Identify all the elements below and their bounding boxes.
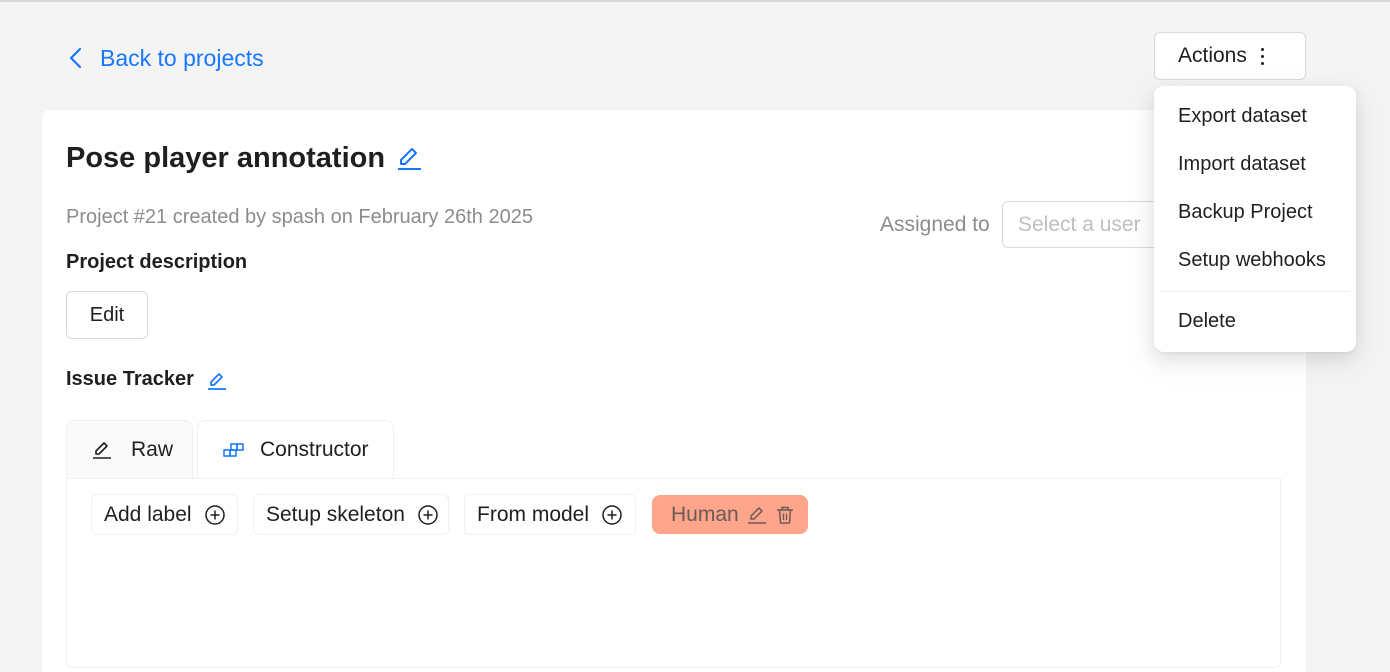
tab-raw-label: Raw [131, 438, 174, 461]
plus-circle-icon [204, 504, 225, 525]
blocks-icon [223, 443, 244, 457]
add-label-text: Add label [104, 502, 192, 526]
plus-circle-icon [418, 504, 438, 525]
edit-title-icon[interactable] [395, 144, 423, 172]
plus-circle-icon [602, 504, 622, 525]
label-tag-human: Human [652, 495, 808, 534]
pencil-icon [93, 442, 111, 459]
tab-constructor[interactable]: Constructor [197, 420, 394, 479]
issue-tracker-label: Issue Tracker [66, 368, 194, 390]
actions-button[interactable]: Actions [1154, 32, 1306, 80]
assigned-to-label: Assigned to [880, 213, 990, 236]
edit-label-icon[interactable] [747, 505, 767, 525]
top-border [0, 0, 1390, 2]
project-meta: Project #21 created by spash on February… [66, 206, 533, 228]
menu-item-backup-project[interactable]: Backup Project [1178, 201, 1313, 224]
chevron-left-icon [69, 47, 82, 69]
assignee-placeholder: Select a user [1018, 212, 1141, 236]
back-to-projects-link[interactable]: Back to projects [66, 40, 264, 76]
edit-issue-tracker-icon[interactable] [206, 370, 228, 392]
delete-label-icon[interactable] [775, 505, 795, 525]
setup-skeleton-button[interactable]: Setup skeleton [253, 494, 449, 535]
project-description-label: Project description [66, 251, 248, 273]
setup-skeleton-text: Setup skeleton [266, 502, 405, 526]
project-title: Pose player annotation [66, 138, 423, 178]
menu-item-setup-webhooks[interactable]: Setup webhooks [1178, 249, 1326, 272]
menu-item-export-dataset[interactable]: Export dataset [1178, 105, 1307, 128]
tab-raw[interactable]: Raw [66, 420, 193, 479]
edit-description-button[interactable]: Edit [66, 291, 148, 339]
from-model-button[interactable]: From model [464, 494, 636, 535]
actions-dropdown-menu: Export dataset Import dataset Backup Pro… [1154, 86, 1356, 352]
actions-label: Actions [1178, 44, 1247, 67]
back-link-label: Back to projects [100, 44, 264, 71]
add-label-button[interactable]: Add label [91, 494, 238, 535]
more-vertical-icon [1260, 47, 1264, 65]
from-model-text: From model [477, 502, 590, 526]
tab-constructor-label: Constructor [260, 438, 369, 461]
menu-item-delete[interactable]: Delete [1178, 310, 1236, 333]
menu-divider [1160, 291, 1350, 292]
label-tag-name: Human [671, 502, 739, 526]
menu-item-import-dataset[interactable]: Import dataset [1178, 153, 1306, 176]
project-title-text: Pose player annotation [66, 141, 386, 174]
